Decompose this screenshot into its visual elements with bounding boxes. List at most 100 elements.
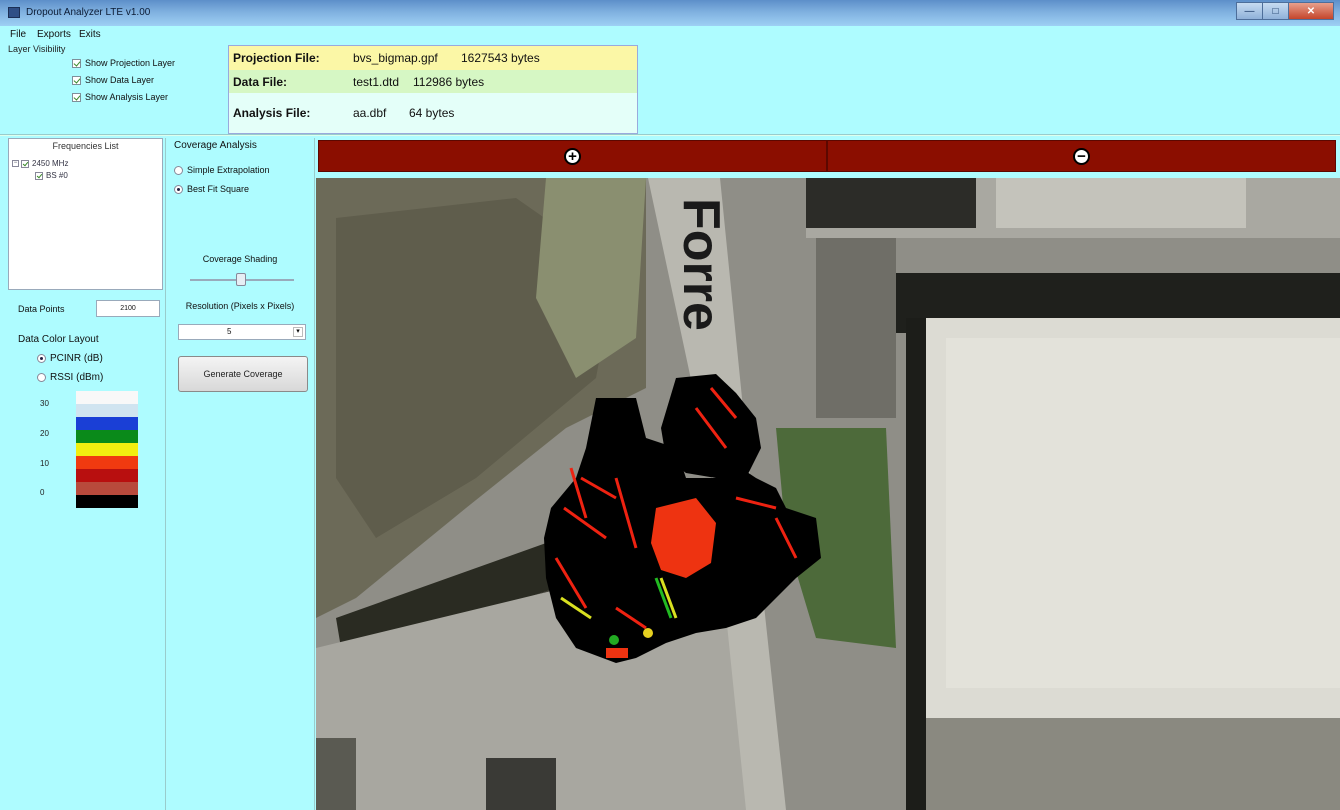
data-file-name: test1.dtd — [353, 74, 400, 89]
show-analysis-layer-checkbox[interactable]: Show Analysis Layer — [72, 92, 168, 102]
checkbox-icon — [72, 58, 81, 68]
radio-label: Simple Extrapolation — [187, 165, 270, 175]
radio-icon — [37, 373, 46, 382]
menu-bar: File Exports Exits — [0, 26, 1340, 43]
coverage-shading-slider-thumb[interactable] — [236, 273, 246, 286]
radio-icon — [174, 184, 183, 194]
show-projection-layer-checkbox[interactable]: Show Projection Layer — [72, 58, 175, 68]
radio-icon — [174, 165, 183, 175]
scale-label: 30 — [40, 399, 49, 408]
radio-icon — [37, 354, 46, 363]
layer-visibility-label: Layer Visibility — [8, 44, 66, 54]
data-file-label: Data File: — [233, 74, 288, 89]
color-swatch — [76, 482, 138, 495]
checkbox-label: Show Analysis Layer — [85, 92, 169, 102]
color-swatch — [76, 469, 138, 482]
zoom-toolbar: + − — [318, 140, 1336, 172]
frequencies-list-title: Frequencies List — [52, 141, 119, 151]
coverage-analysis-title: Coverage Analysis — [174, 140, 257, 151]
zoom-in-button[interactable]: + — [318, 140, 827, 172]
checkbox-icon[interactable] — [35, 171, 43, 180]
tree-item-base-station[interactable]: BS #0 — [35, 171, 68, 180]
app-icon — [8, 7, 20, 18]
checkbox-icon[interactable] — [21, 159, 29, 168]
checkbox-label: Show Data Layer — [85, 75, 155, 85]
coverage-shading-label: Coverage Shading — [202, 254, 278, 264]
roof-strip — [996, 178, 1246, 228]
parking-area — [816, 238, 896, 418]
checkbox-label: Show Projection Layer — [85, 58, 176, 68]
tree-item-frequency[interactable]: − 2450 MHz — [12, 159, 68, 168]
best-fit-square-radio[interactable]: Best Fit Square — [174, 184, 249, 194]
data-points-label: Data Points — [18, 304, 65, 314]
checkbox-icon — [72, 92, 81, 102]
color-swatch — [76, 430, 138, 443]
window-title: Dropout Analyzer LTE v1.00 — [26, 7, 151, 18]
dark-structure — [806, 178, 976, 228]
coverage-point — [606, 648, 628, 658]
data-file-size: 112986 bytes — [413, 74, 485, 89]
menu-exports[interactable]: Exports — [37, 29, 71, 40]
color-legend-bar — [76, 391, 138, 508]
data-points-field[interactable]: 2100 — [96, 300, 160, 317]
analysis-file-size: 64 bytes — [409, 106, 455, 120]
lower-lot — [926, 718, 1340, 810]
map-view[interactable]: Forre — [316, 178, 1340, 810]
projection-file-label: Projection File: — [233, 51, 320, 65]
radio-label: RSSI (dBm) — [50, 372, 104, 383]
parked-cars — [316, 738, 356, 810]
resolution-value: 5 — [227, 327, 232, 336]
analysis-file-name: aa.dbf — [353, 106, 387, 120]
minimize-button[interactable]: — — [1236, 2, 1263, 20]
show-data-layer-checkbox[interactable]: Show Data Layer — [72, 75, 154, 85]
chevron-down-icon[interactable]: ▾ — [293, 327, 303, 337]
color-swatch — [76, 391, 138, 404]
projection-file-row: Projection File: bvs_bigmap.gpf 1627543 … — [229, 46, 637, 70]
color-swatch — [76, 456, 138, 469]
analysis-file-row: Analysis File: aa.dbf 64 bytes — [229, 93, 637, 133]
color-swatch — [76, 443, 138, 456]
scale-label: 0 — [40, 488, 45, 497]
color-swatch — [76, 417, 138, 430]
coverage-analysis-panel: Coverage Analysis Simple Extrapolation B… — [165, 138, 315, 810]
resolution-label: Resolution (Pixels x Pixels) — [185, 301, 295, 311]
collapse-icon[interactable]: − — [12, 160, 19, 167]
divider — [0, 134, 1340, 136]
left-panel: Frequencies List − 2450 MHz BS #0 Data P… — [8, 138, 163, 810]
file-info-panel: Projection File: bvs_bigmap.gpf 1627543 … — [228, 45, 638, 134]
projection-file-name: bvs_bigmap.gpf — [353, 51, 438, 65]
layer-visibility-panel: Layer Visibility Show Projection Layer S… — [8, 44, 228, 132]
pcinr-radio[interactable]: PCINR (dB) — [37, 353, 103, 364]
resolution-select[interactable]: 5 ▾ — [178, 324, 306, 340]
building-roof-inner — [946, 338, 1340, 688]
parked-cars — [486, 758, 556, 810]
coverage-point — [609, 635, 619, 645]
data-color-layout-title: Data Color Layout — [18, 334, 99, 345]
title-bar: Dropout Analyzer LTE v1.00 — □ ✕ — [0, 0, 1340, 26]
maximize-button[interactable]: □ — [1262, 2, 1289, 20]
street-label: Forre — [672, 198, 730, 331]
map-canvas: Forre — [316, 178, 1340, 810]
data-file-row: Data File: test1.dtd 112986 bytes — [229, 70, 637, 93]
menu-exits[interactable]: Exits — [79, 29, 101, 40]
projection-file-size: 1627543 bytes — [461, 51, 540, 65]
radio-label: Best Fit Square — [187, 184, 250, 194]
zoom-out-icon: − — [1073, 147, 1090, 165]
rssi-radio[interactable]: RSSI (dBm) — [37, 372, 103, 383]
zoom-in-icon: + — [564, 147, 581, 165]
color-swatch — [76, 404, 138, 417]
generate-coverage-button[interactable]: Generate Coverage — [178, 356, 308, 392]
radio-label: PCINR (dB) — [50, 353, 103, 364]
zoom-out-button[interactable]: − — [827, 140, 1336, 172]
tree-item-label: 2450 MHz — [32, 159, 69, 168]
analysis-file-label: Analysis File: — [233, 106, 311, 120]
close-button[interactable]: ✕ — [1288, 2, 1334, 20]
menu-file[interactable]: File — [10, 29, 26, 40]
frequencies-list[interactable]: Frequencies List − 2450 MHz BS #0 — [8, 138, 163, 290]
data-points-row: Data Points 2100 — [18, 300, 160, 317]
scale-label: 10 — [40, 459, 49, 468]
color-swatch — [76, 495, 138, 508]
simple-extrapolation-radio[interactable]: Simple Extrapolation — [174, 165, 270, 175]
checkbox-icon — [72, 75, 81, 85]
window-controls: — □ ✕ — [1236, 2, 1334, 20]
